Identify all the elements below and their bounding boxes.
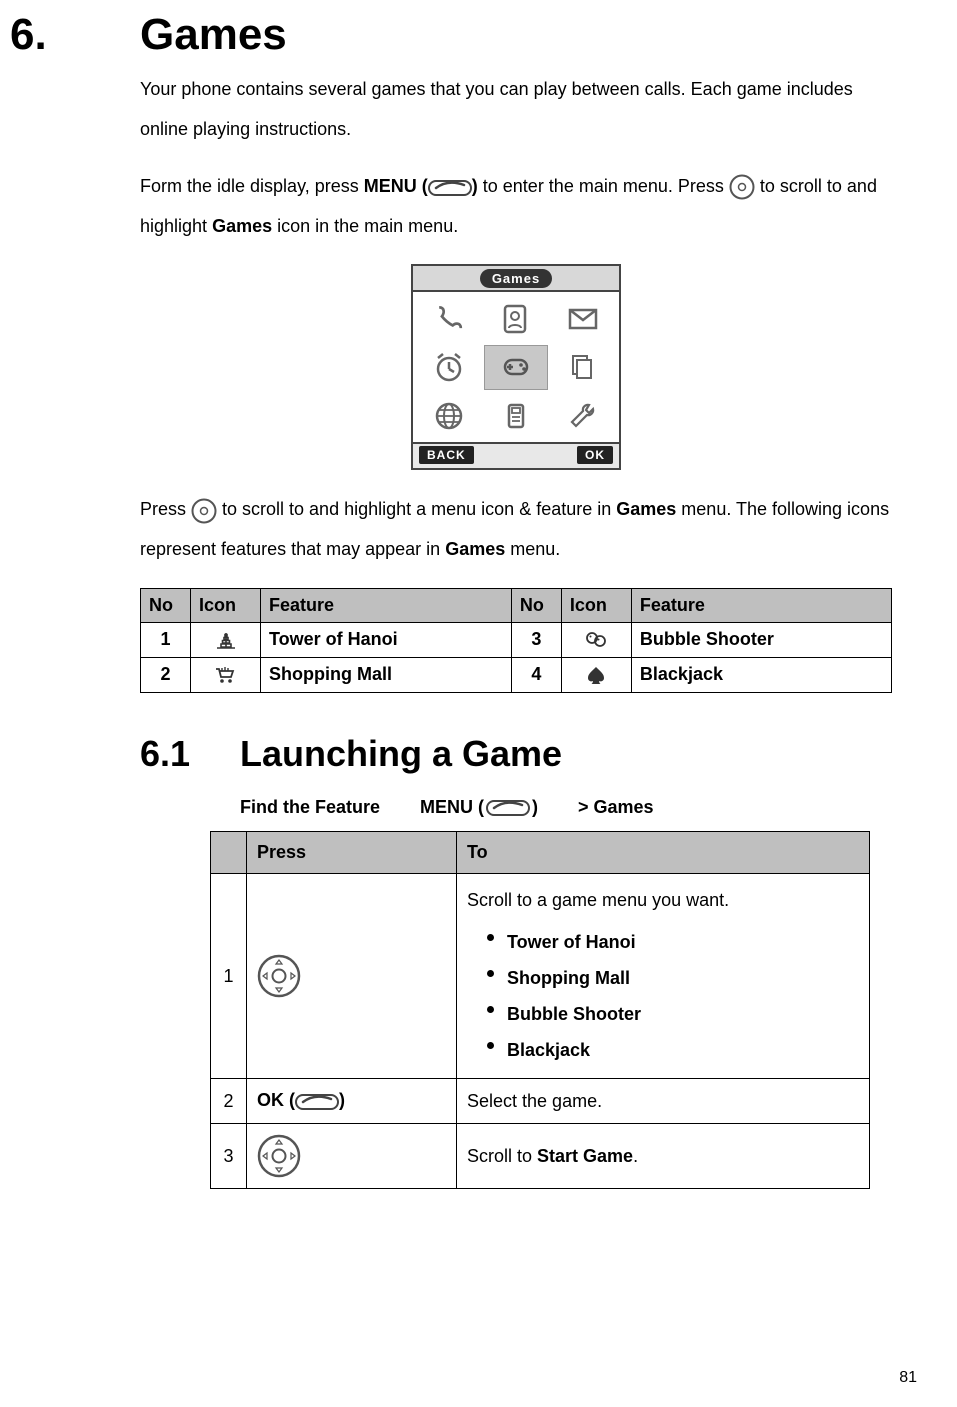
spade-icon [584,664,608,686]
table-row: 3 Scroll to Start Game. [211,1124,870,1189]
col-no: No [511,588,561,622]
section-title: Games [140,10,287,60]
section-number: 6. [10,10,140,60]
navkey-icon [191,498,217,524]
phone-icon-tools [484,394,547,439]
phone-icon-alarm [417,345,480,390]
find-the-feature: Find the Feature MENU () > Games [240,795,892,819]
phone-softkey-back: BACK [419,446,474,464]
subsection-number: 6.1 [140,733,240,775]
subsection-title: Launching a Game [240,733,562,775]
steps-table: Press To 1 Scroll to a game menu you wan… [210,831,870,1189]
col-icon: Icon [561,588,631,622]
cart-icon [214,664,238,686]
list-item: Shopping Mall [507,960,859,996]
col-to: To [457,832,870,874]
phone-icon-games-selected [484,345,547,390]
list-item: Bubble Shooter [507,996,859,1032]
col-no: No [141,588,191,622]
phone-icon-files [552,345,615,390]
col-icon: Icon [191,588,261,622]
col-blank [211,832,247,874]
intro-paragraph-2: Form the idle display, press MENU () to … [140,167,892,246]
page-number: 81 [899,1369,917,1387]
list-item: Blackjack [507,1032,859,1068]
table-row: 1 Tower of Hanoi 3 Bubble Shooter [141,622,892,657]
phone-icon-browser [417,394,480,439]
phone-icon-settings [552,394,615,439]
col-feature: Feature [631,588,891,622]
intro-paragraph-1: Your phone contains several games that y… [140,70,892,149]
phone-icon-calls [417,296,480,341]
phone-menu-screenshot: Games [411,264,621,470]
table-row: 2 OK () Select the game. [211,1079,870,1124]
phone-title: Games [480,269,552,288]
table-row: 2 Shopping Mall 4 Blackjack [141,657,892,692]
col-press: Press [247,832,457,874]
list-item: Tower of Hanoi [507,924,859,960]
softkey-icon [295,1089,339,1113]
navkey-icon [729,174,755,200]
phone-icon-contacts [484,296,547,341]
hanoi-icon [214,629,238,651]
features-table: No Icon Feature No Icon Feature 1 Tower … [140,588,892,694]
phone-softkey-ok: OK [577,446,613,464]
intro-paragraph-3: Press to scroll to and highlight a menu … [140,490,892,569]
softkey-icon [486,795,530,819]
col-feature: Feature [261,588,512,622]
navkey-icon [257,954,301,998]
bubble-icon [584,629,608,651]
softkey-icon [428,175,472,199]
table-row: 1 Scroll to a game menu you want. Tower … [211,874,870,1079]
navkey-icon [257,1134,301,1178]
phone-icon-messages [552,296,615,341]
